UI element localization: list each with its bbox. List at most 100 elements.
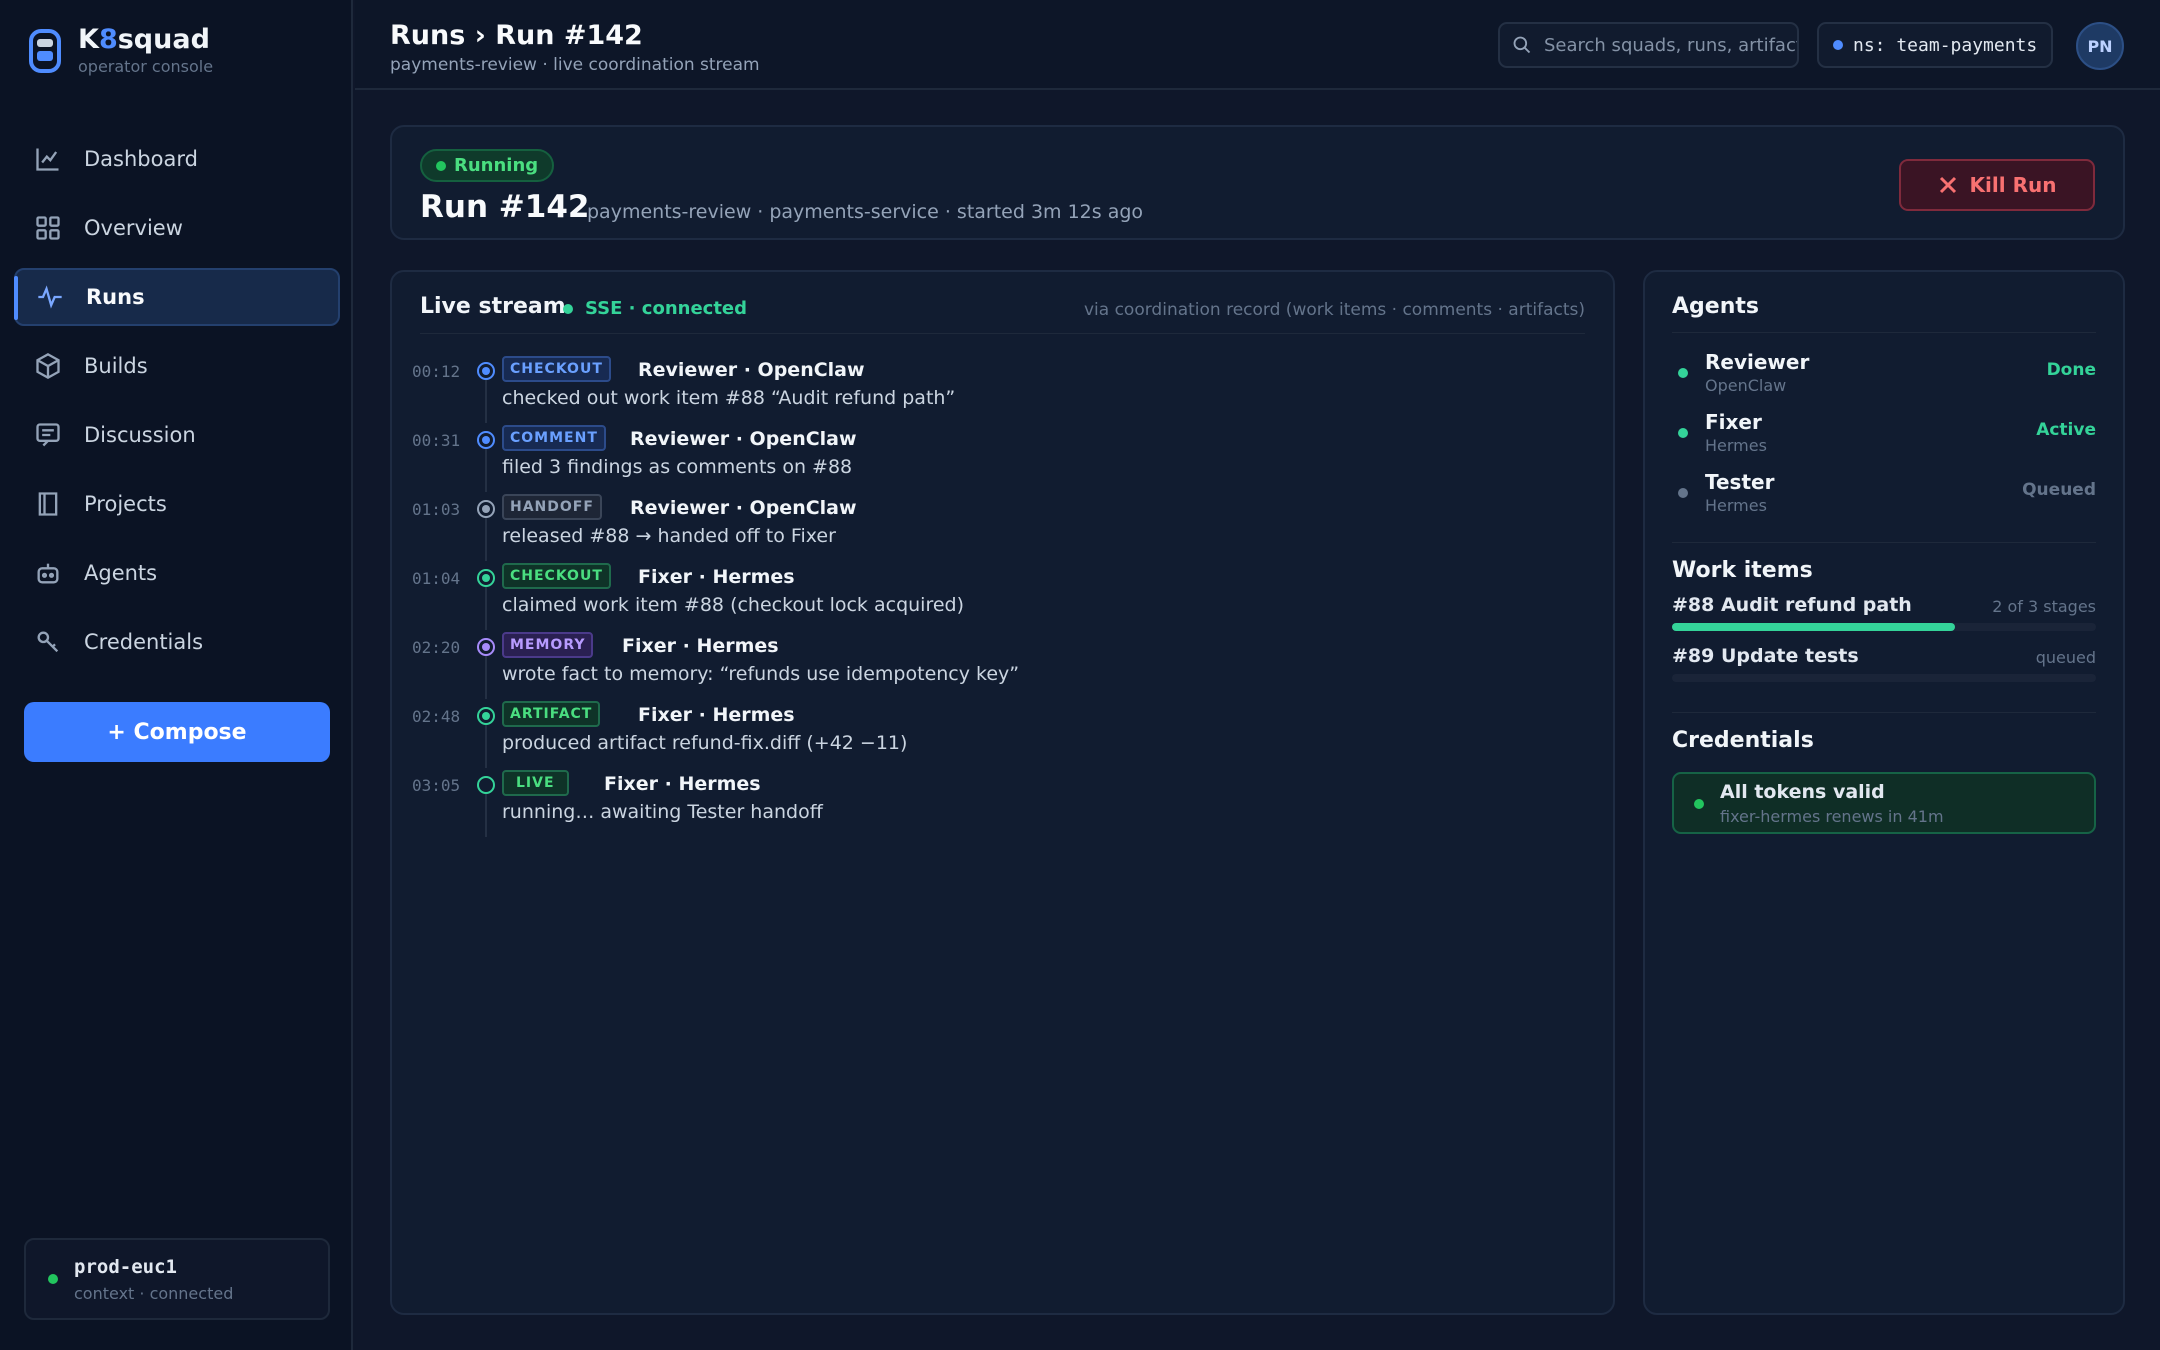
event-tag: CHECKOUT — [502, 563, 611, 589]
sidebar-item-label: Builds — [84, 354, 148, 378]
grid-icon — [34, 214, 62, 242]
run-header-card: Running Run #142 payments-review · payme… — [390, 125, 2125, 240]
agent-status-dot — [1678, 488, 1688, 498]
close-icon — [1939, 176, 1956, 194]
search-icon — [1513, 36, 1531, 54]
agent-role: Hermes — [1705, 496, 1767, 515]
stream-source-note: via coordination record (work items · co… — [1083, 300, 1585, 320]
event-time: 01:03 — [412, 500, 461, 519]
context-status: context · connected — [74, 1283, 234, 1303]
sse-dot — [563, 303, 573, 314]
credentials-status-card[interactable]: All tokens valid fixer-hermes renews in … — [1672, 772, 2096, 834]
kill-run-button[interactable]: Kill Run — [1899, 159, 2095, 211]
cluster-context-switcher[interactable]: prod-euc1 context · connected — [24, 1238, 330, 1320]
k8squad-logo-icon — [29, 29, 61, 73]
event-time: 02:48 — [412, 707, 461, 726]
namespace-label: ns: team-payments — [1853, 34, 2038, 56]
event-marker-icon — [477, 500, 495, 518]
event-description: running… awaiting Tester handoff — [502, 801, 823, 823]
namespace-selector[interactable]: ns: team-payments — [1817, 22, 2053, 68]
sidebar-item-label: Credentials — [84, 630, 204, 654]
sse-status: SSE · connected — [563, 298, 747, 319]
event-time: 01:04 — [412, 569, 461, 588]
agent-name: Reviewer — [1705, 350, 1810, 374]
search-box[interactable] — [1498, 22, 1799, 68]
agent-row[interactable]: Fixer Hermes Active — [1672, 410, 2096, 460]
work-items-title: Work items — [1672, 558, 1813, 583]
agent-name: Fixer — [1705, 410, 1762, 434]
work-item-row[interactable]: #88 Audit refund path 2 of 3 stages — [1672, 594, 2096, 634]
event-time: 00:12 — [412, 362, 461, 381]
sidebar-item-agents[interactable]: Agents — [14, 544, 340, 602]
event-tag: LIVE — [502, 770, 569, 796]
sidebar-item-label: Projects — [84, 492, 167, 516]
event-time: 03:05 — [412, 776, 461, 795]
agent-row[interactable]: Tester Hermes Queued — [1672, 470, 2096, 520]
sidebar-item-label: Dashboard — [84, 147, 198, 171]
sidebar-item-dashboard[interactable]: Dashboard — [14, 130, 340, 188]
sidebar: K8squad operator console Dashboard Overv… — [0, 0, 353, 1350]
event-marker-icon — [477, 707, 495, 725]
agent-status-dot — [1678, 368, 1688, 378]
event-description: wrote fact to memory: “refunds use idemp… — [502, 663, 1020, 685]
event-marker-icon — [477, 776, 495, 794]
event-actor: Fixer · Hermes — [638, 566, 795, 588]
brand[interactable]: K8squad operator console — [28, 26, 213, 76]
event-description: claimed work item #88 (checkout lock acq… — [502, 594, 965, 616]
agent-state: Done — [2046, 360, 2096, 380]
agent-name: Tester — [1705, 470, 1775, 494]
work-item-progress-bar — [1672, 674, 2096, 682]
sidebar-item-runs[interactable]: Runs — [14, 268, 340, 326]
breadcrumb[interactable]: Runs › Run #142 — [390, 20, 643, 51]
context-name: prod-euc1 — [74, 1255, 177, 1278]
sidebar-item-overview[interactable]: Overview — [14, 199, 340, 257]
sidebar-item-label: Agents — [84, 561, 158, 585]
event-description: produced artifact refund-fix.diff (+42 −… — [502, 732, 908, 754]
sidebar-item-credentials[interactable]: Credentials — [14, 613, 340, 671]
live-stream-title: Live stream — [420, 294, 566, 319]
page-subtitle: payments-review · live coordination stre… — [390, 55, 760, 75]
chart-line-icon — [34, 145, 62, 173]
event-tag: ARTIFACT — [502, 701, 601, 727]
sidebar-item-discussion[interactable]: Discussion — [14, 406, 340, 464]
live-stream-header: Live stream SSE · connected via coordina… — [420, 294, 1585, 334]
event-tag: COMMENT — [502, 425, 606, 451]
event-description: checked out work item #88 “Audit refund … — [502, 387, 956, 409]
agent-role: Hermes — [1705, 436, 1767, 455]
activity-icon — [36, 283, 64, 311]
work-item-state: queued — [2035, 648, 2096, 667]
event-tag: CHECKOUT — [502, 356, 611, 382]
avatar[interactable]: PN — [2076, 22, 2124, 70]
agent-row[interactable]: Reviewer OpenClaw Done — [1672, 350, 2096, 400]
search-input[interactable] — [1544, 34, 1797, 56]
event-tag: HANDOFF — [502, 494, 602, 520]
work-item-row[interactable]: #89 Update tests queued — [1672, 645, 2096, 685]
robot-icon — [34, 559, 62, 587]
event-marker-icon — [477, 638, 495, 656]
credentials-status-dot — [1694, 799, 1704, 809]
cube-icon — [34, 352, 62, 380]
sidebar-item-projects[interactable]: Projects — [14, 475, 340, 533]
sidebar-item-builds[interactable]: Builds — [14, 337, 340, 395]
event-actor: Fixer · Hermes — [604, 773, 761, 795]
top-bar: Runs › Run #142 payments-review · live c… — [355, 0, 2160, 90]
event-actor: Fixer · Hermes — [638, 704, 795, 726]
agent-status-dot — [1678, 428, 1688, 438]
work-item-state: 2 of 3 stages — [1992, 597, 2096, 616]
event-actor: Reviewer · OpenClaw — [630, 428, 857, 450]
brand-name: K8squad — [78, 24, 210, 55]
compose-button[interactable]: + Compose — [24, 702, 330, 762]
brand-subtitle: operator console — [78, 57, 214, 76]
status-dot — [436, 160, 446, 171]
event-tag: MEMORY — [502, 632, 594, 658]
context-status-dot — [48, 1274, 58, 1284]
event-marker-icon — [477, 431, 495, 449]
key-icon — [34, 628, 62, 656]
event-time: 02:20 — [412, 638, 461, 657]
message-icon — [34, 421, 62, 449]
run-title: Run #142 — [420, 189, 590, 225]
run-details-panel: Agents Reviewer OpenClaw Done Fixer Herm… — [1643, 270, 2125, 1315]
credentials-status: All tokens valid — [1720, 781, 1885, 803]
sidebar-nav: Dashboard Overview Runs Builds Discussio… — [14, 130, 340, 682]
live-stream-panel: Live stream SSE · connected via coordina… — [390, 270, 1615, 1315]
